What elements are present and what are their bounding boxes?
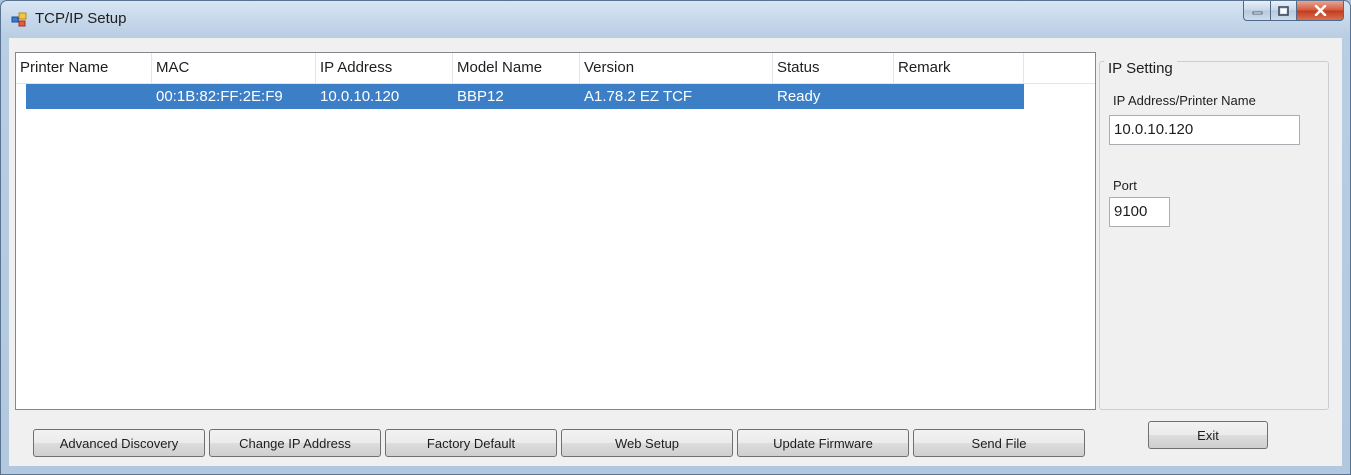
cell-remark [894, 84, 1024, 109]
window-title: TCP/IP Setup [35, 10, 127, 27]
cell-version: A1.78.2 EZ TCF [584, 88, 693, 105]
close-button[interactable] [1297, 1, 1344, 21]
list-header: Printer Name MAC IP Address Model Name V… [16, 53, 1095, 84]
port-label: Port [1113, 178, 1137, 193]
web-setup-button[interactable]: Web Setup [561, 429, 733, 457]
column-printer-name[interactable]: Printer Name [16, 53, 152, 83]
port-field[interactable]: 9100 [1109, 197, 1170, 227]
ip-setting-title: IP Setting [1104, 60, 1177, 77]
ip-setting-group [1099, 61, 1329, 410]
ip-address-field[interactable]: 10.0.10.120 [1109, 115, 1300, 145]
advanced-discovery-button[interactable]: Advanced Discovery [33, 429, 205, 457]
cell-ip-address: 10.0.10.120 [320, 88, 400, 105]
minimize-icon [1252, 11, 1262, 14]
column-version[interactable]: Version [580, 53, 773, 83]
column-mac[interactable]: MAC [152, 53, 316, 83]
maximize-button[interactable] [1271, 1, 1297, 21]
change-ip-address-button[interactable]: Change IP Address [209, 429, 381, 457]
ip-address-label: IP Address/Printer Name [1113, 93, 1256, 108]
table-row[interactable]: 00:1B:82:FF:2E:F9 10.0.10.120 BBP12 A1.7… [26, 84, 1024, 109]
cell-mac: 00:1B:82:FF:2E:F9 [156, 88, 283, 105]
column-remark[interactable]: Remark [894, 53, 1024, 83]
factory-default-button[interactable]: Factory Default [385, 429, 557, 457]
minimize-button[interactable] [1243, 1, 1271, 21]
cell-model-name: BBP12 [457, 88, 504, 105]
title-bar[interactable]: TCP/IP Setup [1, 1, 1350, 37]
maximize-icon [1278, 5, 1289, 16]
cell-status: Ready [777, 88, 821, 105]
update-firmware-button[interactable]: Update Firmware [737, 429, 909, 457]
tcp-ip-setup-window: TCP/IP Setup Printer Name MAC IP Address… [0, 0, 1351, 475]
column-model-name[interactable]: Model Name [453, 53, 580, 83]
cell-printer-name [26, 84, 152, 109]
exit-button[interactable]: Exit [1148, 421, 1268, 449]
column-status[interactable]: Status [773, 53, 894, 83]
network-app-icon [11, 12, 27, 27]
printer-list[interactable]: Printer Name MAC IP Address Model Name V… [15, 52, 1096, 410]
column-ip-address[interactable]: IP Address [316, 53, 453, 83]
close-icon [1314, 5, 1326, 16]
send-file-button[interactable]: Send File [913, 429, 1085, 457]
